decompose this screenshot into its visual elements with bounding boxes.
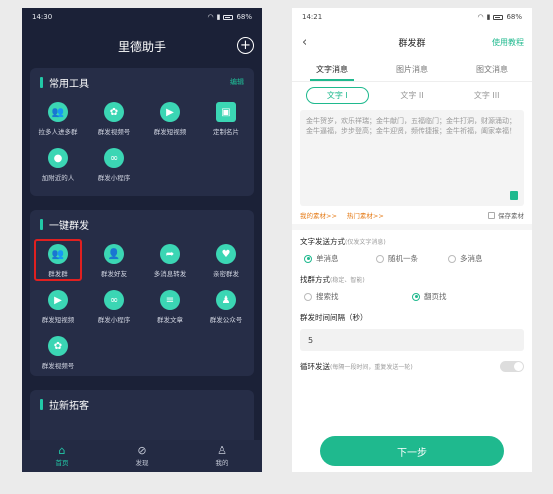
radio-page[interactable]: 翻页找 [412,291,520,302]
video-icon: ▶ [160,102,180,122]
back-icon[interactable]: ‹ [302,35,307,50]
card-icon: ▣ [216,102,236,122]
status-battery: 68% [236,13,252,21]
edit-link[interactable]: 编辑 [230,77,244,87]
link-icon: ∞ [104,148,124,168]
tool-item[interactable]: ▣ 定制名片 [198,96,254,142]
user-icon: 👤 [104,244,124,264]
tool-item[interactable]: ✿ 群发视频号 [86,96,142,142]
find-group-section: 找群方式(稳定、智能) 搜索找 翻页找 [292,268,532,306]
interval-section: 群发时间间隔（秒） [300,313,368,322]
wifi-icon: ◠ [207,13,214,21]
location-icon: ● [48,148,68,168]
trash-icon[interactable] [510,191,518,200]
section-title: 常用工具 [49,78,89,90]
wifi-icon: ◠ [477,13,484,21]
broadcast-item[interactable]: ✿ 群发视频号 [30,330,86,376]
my-material-link[interactable]: 我的素材>> [300,210,337,220]
section-title: 一键群发 [49,220,89,232]
broadcast-item[interactable]: ∞ 群发小程序 [86,284,142,330]
broadcast-item[interactable]: ≡ 群发文章 [142,284,198,330]
heart-icon: ♥ [216,244,236,264]
broadcast-card: 一键群发 👥 群发群 👤 群发好友 ➦ 多消息转发 ♥ 亲密群发 ▶ 群发短视频 ∞ 群发小… [30,210,254,376]
section-title: 拉新拓客 [49,400,89,412]
tab-text[interactable]: 文字消息 [292,58,372,81]
tab-profile[interactable]: ♙ 我的 [216,444,229,468]
page-title: 群发群 [398,38,426,49]
help-link[interactable]: 使用教程 [492,37,524,48]
tab-image[interactable]: 图片消息 [372,58,452,81]
tab-discover[interactable]: ⊘ 发现 [136,444,149,468]
subtab-text-2[interactable]: 文字 II [375,90,450,101]
tab-home[interactable]: ⌂ 首页 [56,444,69,468]
status-time: 14:30 [32,13,53,21]
bottom-tabbar: ⌂ 首页 ⊘ 发现 ♙ 我的 [22,440,262,472]
checkbox-icon [488,211,495,219]
message-type-tabs: 文字消息 图片消息 图文消息 [292,58,532,82]
subtab-text-3[interactable]: 文字 III [449,90,524,101]
article-icon: ≡ [160,290,180,310]
loop-toggle[interactable] [500,361,524,372]
text-slot-tabs: 文字 I 文字 II 文字 III [292,82,532,108]
radio-random[interactable]: 随机一条 [376,253,448,264]
left-phone-screen: 14:30 ◠ ▮ 68% 里德助手 + 常用工具 编辑 👥 拉多人进多群 ✿ 群发… [22,8,262,472]
broadcast-group-item[interactable]: 👥 群发群 [30,238,86,284]
battery-icon [493,14,504,20]
radio-single[interactable]: 单消息 [304,253,376,264]
broadcast-item[interactable]: ♥ 亲密群发 [198,238,254,284]
app-title: 里德助手 [117,39,166,54]
page-header: ‹ 群发群 使用教程 [292,26,532,58]
forward-icon: ➦ [160,244,180,264]
common-tools-card: 常用工具 编辑 👥 拉多人进多群 ✿ 群发视频号 ▶ 群发短视频 ▣ 定制名片 ● 加附近… [30,68,254,196]
tool-item[interactable]: 👥 拉多人进多群 [30,96,86,142]
tool-item[interactable]: ∞ 群发小程序 [86,142,142,188]
app-header: 里德助手 + [22,26,262,66]
tool-item[interactable]: ▶ 群发短视频 [142,96,198,142]
account-icon: ♟ [216,290,236,310]
signal-icon: ▮ [486,13,491,21]
tool-item[interactable]: ● 加附近的人 [30,142,86,188]
right-phone-screen: 14:21 ◠ ▮ 68% ‹ 群发群 使用教程 文字消息 图片消息 图文消息 … [292,8,532,472]
subtab-text-1[interactable]: 文字 I [300,86,375,104]
butterfly-icon: ✿ [104,102,124,122]
home-icon: ⌂ [58,444,66,457]
next-button[interactable]: 下一步 [320,436,504,466]
status-bar: 14:30 ◠ ▮ 68% [22,8,262,26]
group-icon: 👥 [48,244,68,264]
broadcast-item[interactable]: 👤 群发好友 [86,238,142,284]
signal-icon: ▮ [216,13,221,21]
status-bar: 14:21 ◠ ▮ 68% [292,8,532,26]
send-mode-section: 文字发送方式(仅发文字消息) 单消息 随机一条 多消息 [292,230,532,268]
broadcast-item[interactable]: ▶ 群发短视频 [30,284,86,330]
message-textarea[interactable]: 金牛贺岁，欢乐祥瑞；金牛献门，五福临门；金牛打洞，财源涌动；金牛逼福，步步登高；… [300,110,524,206]
status-time: 14:21 [302,13,323,21]
hot-material-link[interactable]: 热门素材>> [347,210,384,220]
interval-input[interactable]: 5 [300,329,524,351]
butterfly-icon: ✿ [48,336,68,356]
video-icon: ▶ [48,290,68,310]
save-material-checkbox[interactable]: 保存素材 [488,210,524,220]
users-icon: 👥 [48,102,68,122]
broadcast-item[interactable]: ♟ 群发公众号 [198,284,254,330]
link-icon: ∞ [104,290,124,310]
profile-icon: ♙ [217,444,227,457]
loop-send-row: 循环发送(每隔一段时间，重复发送一轮) [292,351,532,372]
compass-icon: ⊘ [137,444,147,457]
tab-rich[interactable]: 图文消息 [452,58,532,81]
radio-search[interactable]: 搜索找 [304,291,412,302]
radio-multi[interactable]: 多消息 [448,253,520,264]
materials-row: 我的素材>> 热门素材>> 保存素材 [292,206,532,224]
battery-icon [223,14,234,20]
broadcast-item[interactable]: ➦ 多消息转发 [142,238,198,284]
add-icon[interactable]: + [237,37,254,54]
status-battery: 68% [506,13,522,21]
